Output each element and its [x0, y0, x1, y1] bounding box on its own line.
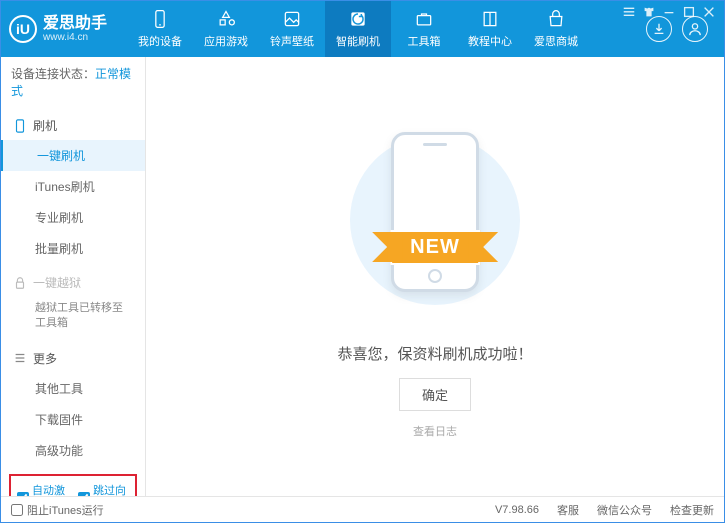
toolbox-icon: [414, 9, 434, 29]
user-icon[interactable]: [682, 16, 708, 42]
flash-icon: [348, 9, 368, 29]
wallpaper-icon: [282, 9, 302, 29]
sidebar-item-batch-flash[interactable]: 批量刷机: [1, 233, 145, 264]
check-label: 自动激活: [32, 482, 68, 496]
app-window: iU 爱思助手 www.i4.cn 我的设备 应用游戏 铃声壁纸 智能刷机: [0, 0, 725, 523]
section-flash[interactable]: 刷机: [1, 111, 145, 140]
nav-label: 教程中心: [468, 33, 512, 49]
store-icon: [546, 9, 566, 29]
footer: 阻止iTunes运行 V7.98.66 客服 微信公众号 检查更新: [1, 496, 724, 522]
section-label: 刷机: [33, 117, 57, 134]
connection-status: 设备连接状态：正常模式: [1, 57, 145, 107]
menu-icon[interactable]: [622, 5, 636, 19]
check-update-link[interactable]: 检查更新: [670, 502, 714, 518]
wechat-link[interactable]: 微信公众号: [597, 502, 652, 518]
titlebar-controls: [622, 5, 716, 19]
sidebar-item-other-tools[interactable]: 其他工具: [1, 373, 145, 404]
nav-store[interactable]: 爱思商城: [523, 1, 589, 57]
main-content: NEW 恭喜您，保资料刷机成功啦！ 确定 查看日志: [146, 57, 724, 496]
nav-my-device[interactable]: 我的设备: [127, 1, 193, 57]
options-box: 自动激活 跳过向导: [9, 474, 137, 496]
nav-label: 爱思商城: [534, 33, 578, 49]
skip-guide-checkbox[interactable]: 跳过向导: [78, 482, 129, 496]
top-nav: 我的设备 应用游戏 铃声壁纸 智能刷机 工具箱 教程中心: [127, 1, 646, 57]
brand-name: 爱思助手: [43, 16, 107, 32]
ok-button[interactable]: 确定: [399, 378, 471, 411]
conn-label: 设备连接状态：: [11, 67, 95, 81]
version-text: V7.98.66: [495, 504, 539, 516]
sidebar-item-download-firmware[interactable]: 下载固件: [1, 404, 145, 435]
close-icon[interactable]: [702, 5, 716, 19]
block-itunes-checkbox[interactable]: 阻止iTunes运行: [11, 502, 104, 518]
logo-icon: iU: [9, 15, 37, 43]
body: 设备连接状态：正常模式 刷机 一键刷机 iTunes刷机 专业刷机 批量刷机 一…: [1, 57, 724, 496]
new-ribbon: NEW: [390, 230, 480, 265]
section-jailbreak: 一键越狱: [1, 268, 145, 297]
nav-label: 铃声壁纸: [270, 33, 314, 49]
success-illustration: NEW: [345, 115, 525, 325]
nav-toolbox[interactable]: 工具箱: [391, 1, 457, 57]
customer-service-link[interactable]: 客服: [557, 502, 579, 518]
sidebar-item-pro-flash[interactable]: 专业刷机: [1, 202, 145, 233]
jailbreak-note: 越狱工具已转移至工具箱: [1, 297, 145, 340]
sidebar: 设备连接状态：正常模式 刷机 一键刷机 iTunes刷机 专业刷机 批量刷机 一…: [1, 57, 146, 496]
book-icon: [480, 9, 500, 29]
nav-label: 工具箱: [408, 33, 441, 49]
list-icon: [13, 351, 27, 365]
nav-flash[interactable]: 智能刷机: [325, 1, 391, 57]
nav-label: 智能刷机: [336, 33, 380, 49]
lock-icon: [13, 276, 27, 290]
success-message: 恭喜您，保资料刷机成功啦！: [337, 343, 532, 364]
nav-tutorials[interactable]: 教程中心: [457, 1, 523, 57]
header: iU 爱思助手 www.i4.cn 我的设备 应用游戏 铃声壁纸 智能刷机: [1, 1, 724, 57]
phone-graphic: [391, 132, 479, 292]
brand-site: www.i4.cn: [43, 32, 107, 43]
apps-icon: [216, 9, 236, 29]
checkbox-input[interactable]: [11, 504, 23, 516]
sidebar-item-advanced[interactable]: 高级功能: [1, 435, 145, 466]
section-more[interactable]: 更多: [1, 344, 145, 373]
auto-activate-checkbox[interactable]: 自动激活: [17, 482, 68, 496]
nav-label: 我的设备: [138, 33, 182, 49]
view-log-link[interactable]: 查看日志: [413, 423, 457, 439]
section-label: 更多: [33, 350, 57, 367]
section-label: 一键越狱: [33, 274, 81, 291]
check-label: 阻止iTunes运行: [27, 502, 104, 518]
nav-ringtones[interactable]: 铃声壁纸: [259, 1, 325, 57]
logo: iU 爱思助手 www.i4.cn: [9, 15, 107, 43]
check-label: 跳过向导: [93, 482, 129, 496]
phone-small-icon: [13, 119, 27, 133]
sidebar-item-oneclick-flash[interactable]: 一键刷机: [1, 140, 145, 171]
nav-label: 应用游戏: [204, 33, 248, 49]
header-right-icons: [646, 16, 708, 42]
phone-icon: [150, 9, 170, 29]
sidebar-item-itunes-flash[interactable]: iTunes刷机: [1, 171, 145, 202]
nav-apps[interactable]: 应用游戏: [193, 1, 259, 57]
download-icon[interactable]: [646, 16, 672, 42]
